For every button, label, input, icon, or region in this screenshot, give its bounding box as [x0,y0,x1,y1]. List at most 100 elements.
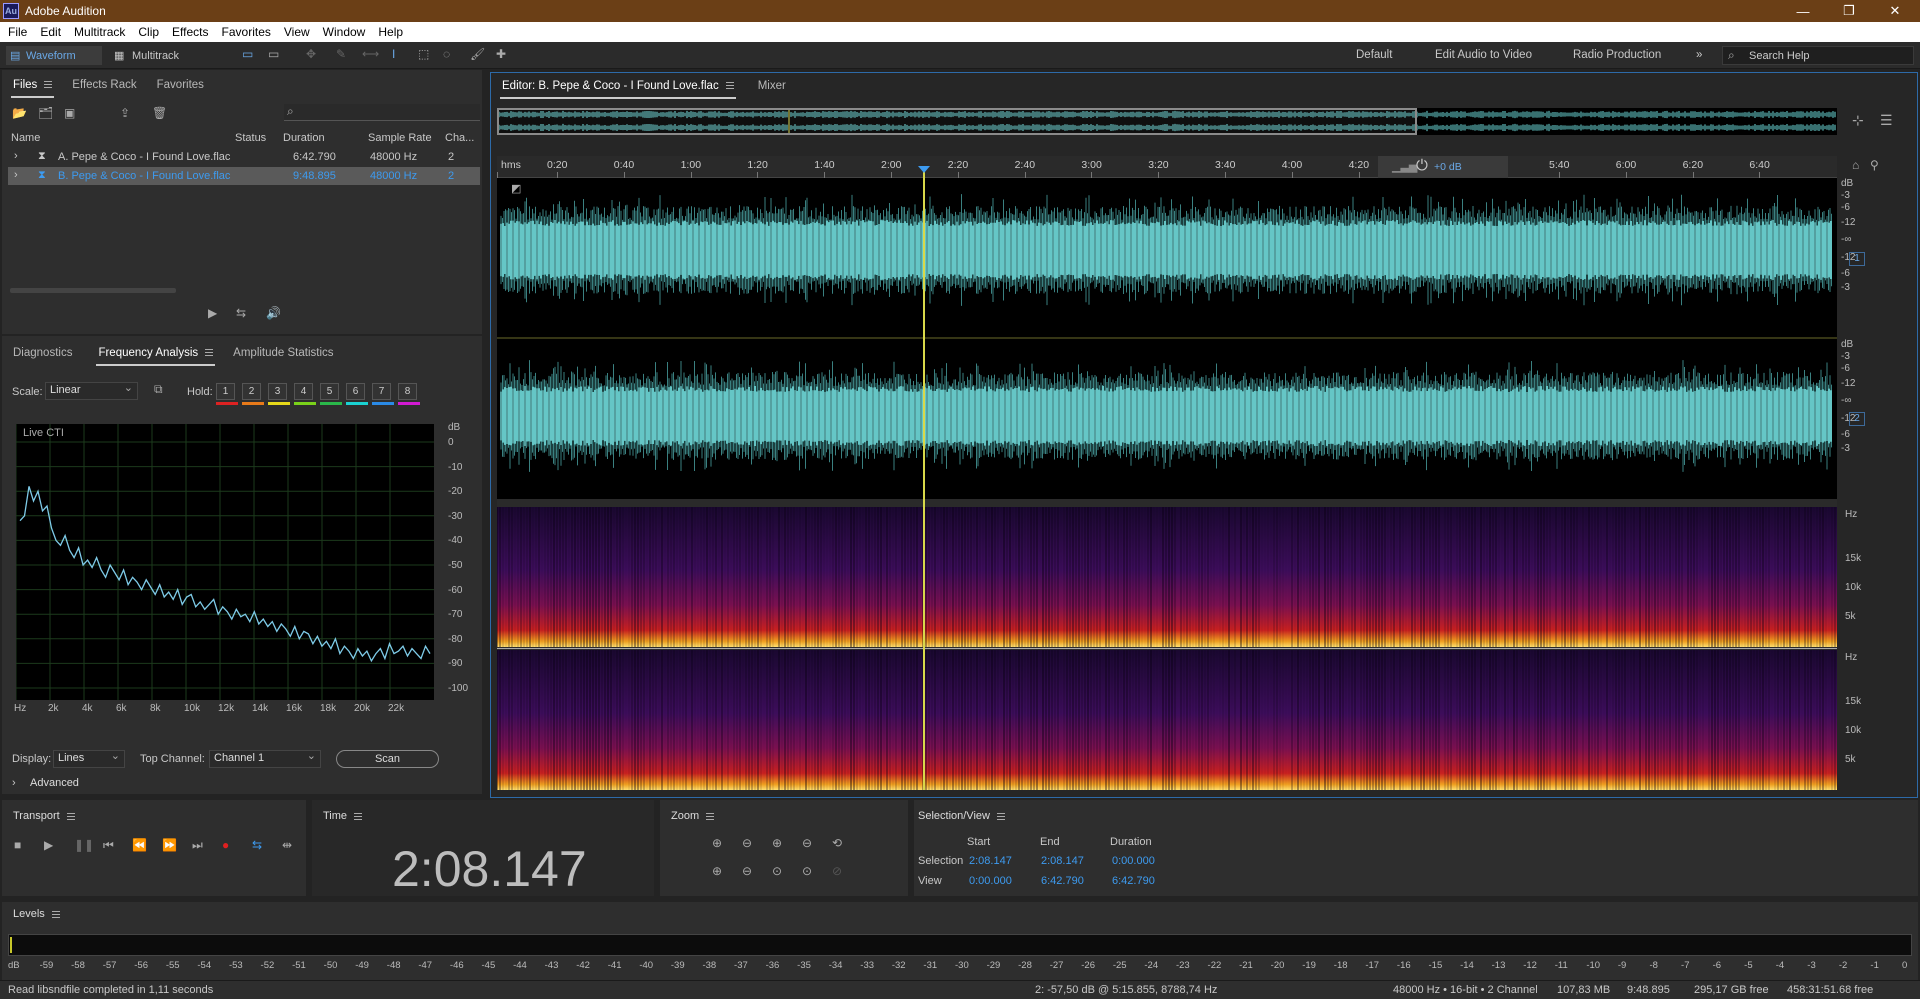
waveform-view-button[interactable]: ▤ Waveform [6,46,102,65]
menu-multitrack[interactable]: Multitrack [74,25,125,39]
zoom-reset-icon[interactable]: ⟲ [832,836,842,850]
pause-icon[interactable]: ❚❚ [74,838,94,852]
zoom-out-full-icon[interactable]: ⊖ [802,836,812,850]
col-status[interactable]: Status [235,132,266,144]
menu-file[interactable]: File [8,25,27,39]
import-file-icon[interactable]: 🗂 [38,106,53,120]
close-file-icon[interactable]: 🗑 [152,106,167,120]
time-selection-tool-icon[interactable]: I [392,47,395,61]
panel-menu-icon[interactable] [44,81,53,89]
search-help-box[interactable]: ⌕ Search Help [1722,46,1914,65]
tab-diagnostics[interactable]: Diagnostics [13,347,72,359]
col-channels[interactable]: Cha... [445,132,474,144]
tab-mixer[interactable]: Mixer [758,80,786,92]
workspace-radio-production[interactable]: Radio Production [1573,49,1661,61]
tab-effects-rack[interactable]: Effects Rack [72,79,136,91]
playhead[interactable] [923,166,925,790]
time-display[interactable]: 2:08.147 [392,840,587,898]
table-row[interactable]: › ⧗ A. Pepe & Coco - I Found Love.flac 6… [8,148,480,166]
rewind-icon[interactable]: ⏪ [132,838,147,852]
spectral-display[interactable] [496,507,1837,790]
selection-start[interactable]: 2:08.147 [969,855,1012,867]
hold-button-6[interactable]: 6 [346,383,365,400]
zoom-out-amplitude-icon[interactable]: ⊖ [742,836,752,850]
menu-window[interactable]: Window [323,25,366,39]
scan-button[interactable]: Scan [336,750,439,768]
auto-play-icon[interactable]: 🔊 [266,306,281,320]
slip-tool-icon[interactable]: ⟷ [362,47,379,61]
hold-button-2[interactable]: 2 [242,383,261,400]
waveform-display[interactable]: ◩ [497,178,1837,499]
zoom-in-left-icon[interactable]: ⊕ [712,864,722,878]
timeline-ruler[interactable]: hms 0:20 0:40 1:00 1:20 1:40 2:00 2:20 2:40 3:00 3… [497,156,1837,178]
new-file-icon[interactable]: ▣ [64,106,75,120]
open-file-icon[interactable]: 📂 [12,106,27,120]
zoom-in-time-icon[interactable]: ⊕ [772,836,782,850]
tab-editor[interactable]: Editor: B. Pepe & Coco - I Found Love.fl… [500,80,736,99]
tab-amplitude-statistics[interactable]: Amplitude Statistics [233,347,333,359]
stop-icon[interactable]: ■ [14,838,21,852]
hold-button-8[interactable]: 8 [398,383,417,400]
hud-gain-control[interactable]: ▁▃▅ ⏻ +0 dB [1378,156,1508,178]
menu-favorites[interactable]: Favorites [222,25,271,39]
snap-icon[interactable]: ⌂ [1852,158,1859,172]
col-duration[interactable]: Duration [283,132,325,144]
razor-tool-icon[interactable]: ✎ [336,47,346,61]
files-search-input[interactable]: ⌕ [284,104,480,121]
close-button[interactable]: ✕ [1872,0,1918,22]
menu-clip[interactable]: Clip [138,25,159,39]
snapshot-icon[interactable]: ⧉ [154,382,163,397]
advanced-chevron-icon[interactable]: › [12,777,16,789]
table-row[interactable]: › ⧗ B. Pepe & Coco - I Found Love.flac 9… [8,167,480,185]
panel-menu-icon[interactable] [205,349,214,357]
move-tool-icon[interactable]: ✥ [306,47,316,61]
playhead-handle[interactable] [918,166,930,173]
marquee-tool-icon[interactable]: ⬚ [418,47,429,61]
workspace-default[interactable]: Default [1356,49,1392,61]
overview-viewport[interactable] [497,108,1417,135]
hold-button-7[interactable]: 7 [372,383,391,400]
play-icon[interactable]: ▶ [44,838,53,852]
multitrack-view-button[interactable]: ▦ Multitrack [110,46,200,65]
zoom-in-amplitude-icon[interactable]: ⊕ [712,836,722,850]
zoom-to-fit-icon[interactable]: ⊹ [1852,112,1864,129]
spectral-display-icon[interactable]: ▭ [242,47,253,61]
tab-favorites[interactable]: Favorites [157,79,204,91]
insert-into-multitrack-icon[interactable]: ⇪ [120,106,130,120]
marker-icon[interactable]: ⚲ [1870,158,1879,172]
selection-duration[interactable]: 0:00.000 [1112,855,1155,867]
skip-selection-icon[interactable]: ⇹ [282,838,292,852]
zoom-out-left-icon[interactable]: ⊖ [742,864,752,878]
view-duration[interactable]: 6:42.790 [1112,875,1155,887]
advanced-toggle[interactable]: Advanced [30,777,79,789]
overview-waveform[interactable] [496,108,1837,135]
tab-files[interactable]: Files [10,79,55,98]
zoom-track-icon[interactable]: ⊘ [832,864,842,878]
menu-edit[interactable]: Edit [40,25,61,39]
spectral-pitch-icon[interactable]: ▭ [268,47,279,61]
menu-effects[interactable]: Effects [172,25,208,39]
selection-end[interactable]: 2:08.147 [1041,855,1084,867]
hold-button-4[interactable]: 4 [294,383,313,400]
view-end[interactable]: 6:42.790 [1041,875,1084,887]
restore-button[interactable]: ❐ [1826,0,1872,22]
record-icon[interactable]: ● [222,838,229,852]
fast-forward-icon[interactable]: ⏩ [162,838,177,852]
hold-button-5[interactable]: 5 [320,383,339,400]
zoom-out-time-icon[interactable]: ⊙ [802,864,812,878]
view-splitter[interactable] [497,499,1837,507]
col-sample-rate[interactable]: Sample Rate [368,132,432,144]
play-preview-icon[interactable]: ▶ [208,306,217,320]
horizontal-scrollbar[interactable] [10,288,176,293]
move-to-next-icon[interactable]: ⏭ [192,838,203,853]
lasso-tool-icon[interactable]: ◌ [443,47,450,61]
display-select[interactable]: Lines [53,749,125,768]
menu-help[interactable]: Help [378,25,403,39]
hold-button-1[interactable]: 1 [216,383,235,400]
menu-view[interactable]: View [284,25,310,39]
more-workspaces-icon[interactable]: » [1696,49,1702,61]
scale-select[interactable]: Linear [45,381,138,400]
loop-playback-icon[interactable]: ⇆ [252,838,262,852]
hold-button-3[interactable]: 3 [268,383,287,400]
top-channel-select[interactable]: Channel 1 [209,749,321,768]
